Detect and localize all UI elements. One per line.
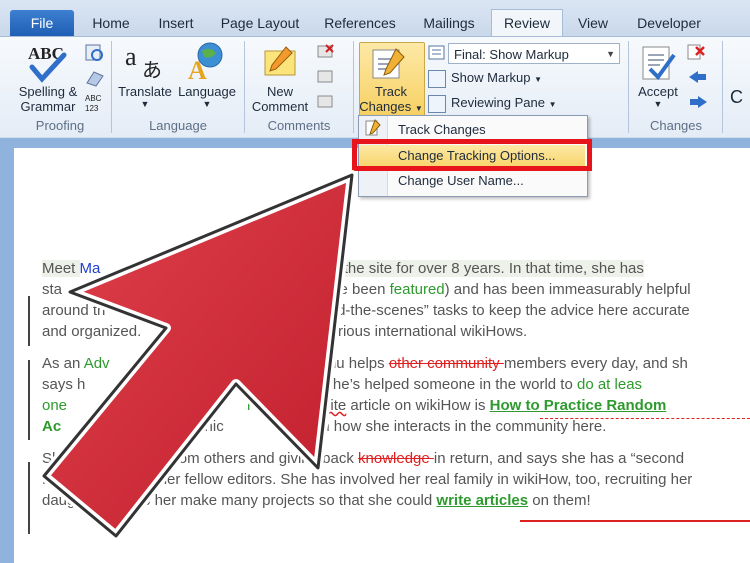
- svg-text:A: A: [188, 56, 207, 81]
- change-bar: [28, 360, 30, 440]
- reviewing-pane-label: Reviewing Pane: [451, 95, 545, 110]
- new-comment-label-2: Comment: [251, 99, 309, 114]
- tab-insert[interactable]: Insert: [148, 10, 204, 36]
- tab-mailings[interactable]: Mailings: [414, 10, 484, 36]
- svg-text:C: C: [730, 87, 743, 107]
- group-separator: [628, 41, 629, 133]
- display-for-review-icon: [428, 45, 445, 60]
- show-markup-button[interactable]: Show Markup ▼: [428, 67, 542, 89]
- thesaurus-icon[interactable]: [84, 68, 106, 88]
- menu-item-track-changes[interactable]: Track Changes: [359, 119, 585, 141]
- change-bar: [28, 462, 30, 534]
- research-icon[interactable]: [84, 43, 106, 63]
- previous-comment-icon[interactable]: [316, 68, 336, 86]
- language-caret-icon[interactable]: ▼: [176, 97, 238, 112]
- group-separator: [353, 41, 354, 133]
- display-for-review-select[interactable]: Final: Show Markup ▼: [448, 43, 620, 64]
- language-icon[interactable]: A: [184, 41, 228, 81]
- change-bar: [28, 296, 30, 346]
- group-label-language: Language: [149, 118, 207, 133]
- svg-text:123: 123: [85, 104, 99, 113]
- svg-text:a: a: [125, 43, 137, 71]
- show-markup-label: Show Markup: [451, 70, 531, 85]
- tab-references[interactable]: References: [318, 10, 402, 36]
- show-markup-icon: [428, 69, 446, 88]
- group-label-proofing: Proofing: [35, 118, 85, 133]
- highlight-box: [352, 139, 592, 171]
- reviewing-pane-button[interactable]: Reviewing Pane ▼: [428, 92, 557, 114]
- spelling-label-1: Spelling &: [18, 84, 78, 99]
- paragraph-2: As an Adv ster, Maluniu helps other commu…: [42, 355, 688, 435]
- tab-page-layout[interactable]: Page Layout: [216, 10, 304, 36]
- spelling-label-2: Grammar: [20, 99, 76, 114]
- new-comment-label-1: New: [266, 84, 293, 99]
- track-changes-label-1: Track: [374, 84, 408, 99]
- accept-icon[interactable]: [638, 43, 678, 83]
- word-count-icon[interactable]: ABC 123: [84, 93, 106, 113]
- group-label-comments: Comments: [267, 118, 331, 133]
- new-comment-icon[interactable]: [262, 45, 300, 81]
- compare-icon[interactable]: C: [728, 81, 748, 111]
- next-comment-icon[interactable]: [316, 93, 336, 111]
- previous-change-icon[interactable]: [686, 68, 710, 86]
- paragraph-1: Meet Ma een active on the site for over 8…: [42, 260, 691, 340]
- tab-developer[interactable]: Developer: [630, 10, 708, 36]
- svg-text:あ: あ: [142, 58, 162, 82]
- tab-file[interactable]: File: [10, 10, 74, 36]
- menu-item-change-user-name[interactable]: Change User Name...: [359, 170, 585, 192]
- tab-review[interactable]: Review: [491, 9, 563, 38]
- translate-icon[interactable]: a あ: [122, 43, 166, 83]
- accept-caret-icon[interactable]: ▼: [630, 97, 686, 112]
- revision-line: [540, 418, 750, 419]
- paragraph-3: She loves learning from others and givin…: [42, 450, 693, 509]
- group-separator: [722, 41, 723, 133]
- ribbon-tabs: File Home Insert Page Layout References …: [0, 0, 750, 38]
- track-changes-label-2: Changes ▼: [359, 99, 423, 114]
- chevron-down-icon: ▼: [606, 49, 615, 59]
- spelling-icon[interactable]: ABC: [26, 43, 70, 83]
- tab-home[interactable]: Home: [84, 10, 138, 36]
- group-label-changes: Changes: [649, 118, 703, 133]
- translate-caret-icon[interactable]: ▼: [114, 97, 176, 112]
- next-change-icon[interactable]: [686, 93, 710, 111]
- svg-text:ABC: ABC: [85, 94, 102, 103]
- reject-icon[interactable]: [686, 43, 710, 61]
- delete-comment-icon[interactable]: [316, 43, 336, 61]
- track-changes-icon: [372, 48, 405, 79]
- revision-line: [520, 520, 750, 522]
- display-for-review-value: Final: Show Markup: [454, 47, 569, 62]
- tab-view[interactable]: View: [570, 10, 616, 36]
- reviewing-pane-icon: [428, 94, 446, 113]
- document-body[interactable]: Meet Ma een active on the site for over 8…: [42, 258, 742, 522]
